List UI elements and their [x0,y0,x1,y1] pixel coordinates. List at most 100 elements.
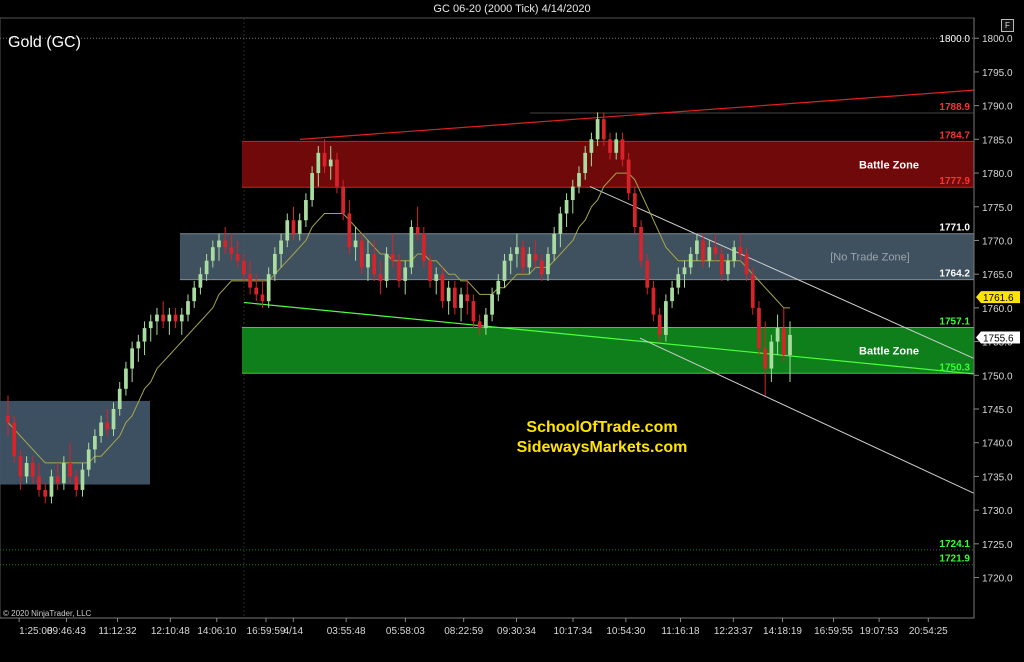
candle-body-18 [117,388,122,410]
candle-body-67 [421,233,426,261]
candle-body-16 [105,422,110,430]
candle-body-63 [397,260,401,281]
candle-body-111 [695,240,699,254]
candle-body-58 [366,253,370,268]
candle-body-61 [384,253,389,281]
candle-121 [757,301,761,356]
candle-body-81 [508,253,513,261]
candle-body-125 [781,328,786,356]
candle-body-62 [390,253,395,261]
candle-body-123 [769,341,774,369]
price-chart[interactable]: 1720.0 1725.0 1730.0 1735.0 1740.0 1745.0 1750… [0,0,1024,662]
annotation-schooloftrade: SchoolOfTrade.com [526,419,677,436]
candle-body-64 [403,267,408,281]
y-tick-label-11: 1775.0 [982,203,1013,214]
candle-body-23 [148,321,153,329]
candle-body-11 [74,476,79,490]
x-tick-label-11: 10:17:34 [554,626,593,637]
candle-body-21 [136,341,141,349]
candle-body-3 [24,462,29,477]
candle-body-97 [608,139,612,153]
candle-65 [409,220,414,275]
candle-body-28 [179,314,184,322]
candle-body-121 [757,307,761,349]
candle-body-68 [428,260,432,281]
price-tag-label-0: 1761.6 [983,293,1014,304]
candle-body-40 [254,287,259,295]
candle-body-114 [713,247,718,254]
candle-body-92 [577,173,581,187]
candle-body-13 [86,449,91,470]
candle-body-108 [676,274,681,288]
zone-2-bottom-price: 1750.3 [939,362,970,373]
candle-body-32 [204,260,209,275]
chart-title: Gold (GC) [8,34,81,51]
candle-body-25 [161,314,166,322]
x-tick-label-8: 05:58:03 [386,626,425,637]
candle-body-110 [688,253,693,268]
zone-0-top-price: 1784.7 [939,130,970,141]
candle-body-44 [279,240,283,254]
candle-body-76 [477,321,482,329]
x-tick-label-3: 12:10:48 [151,626,190,637]
candle-body-107 [670,287,674,302]
x-tick-label-9: 08:22:59 [444,626,483,637]
x-tick-label-4: 14:06:10 [197,626,236,637]
candle-body-72 [452,287,457,308]
annotation-sidewaysmarkets: SidewaysMarkets.com [517,439,688,456]
candle-body-17 [111,409,116,430]
candle-body-100 [626,159,631,194]
candle-body-85 [533,253,538,261]
candle-body-51 [322,152,327,167]
candle-102 [639,220,643,268]
candle-body-124 [775,328,780,342]
candle-101 [632,186,637,234]
candle-body-90 [564,200,569,214]
y-tick-label-8: 1760.0 [982,304,1013,315]
candle-body-88 [552,233,557,254]
x-tick-label-6: 4/14 [284,626,304,637]
candle-body-12 [80,469,85,490]
candle-body-29 [186,301,190,315]
candle-body-83 [521,247,525,268]
candle-body-82 [515,247,519,254]
candle-body-22 [142,328,147,342]
candle-body-56 [353,240,358,248]
level-label-2: 1721.9 [939,554,970,565]
candle-body-52 [328,159,333,167]
candle-106 [664,294,668,342]
y-tick-label-3: 1735.0 [982,472,1013,483]
chart-window: GC 06-20 (2000 Tick) 4/14/2020 F 1720.0 1… [0,0,1024,662]
candle-body-36 [229,247,234,254]
candle-body-102 [639,226,643,261]
x-tick-label-15: 14:18:19 [763,626,802,637]
candle-body-57 [359,240,364,268]
candle-body-8 [55,476,60,484]
copyright-text: © 2020 NinjaTrader, LLC [3,609,92,618]
candle-body-60 [378,274,383,281]
zone-2-top-price: 1757.1 [939,316,970,327]
candle-body-50 [316,152,321,174]
level-1800-label: 1800.0 [939,34,970,45]
y-tick-label-12: 1780.0 [982,169,1013,180]
y-tick-label-5: 1745.0 [982,405,1013,416]
y-tick-label-16: 1800.0 [982,34,1013,45]
candle-body-24 [155,314,159,322]
y-tick-label-4: 1740.0 [982,439,1013,450]
candle-body-41 [260,294,265,302]
candle-body-38 [241,260,246,275]
y-tick-label-14: 1790.0 [982,102,1013,113]
x-tick-label-10: 09:30:34 [497,626,536,637]
candle-body-78 [490,294,494,315]
candle-body-113 [707,247,712,261]
y-tick-label-9: 1765.0 [982,270,1013,281]
candle-body-45 [285,220,290,241]
y-tick-label-0: 1720.0 [982,574,1013,585]
candle-body-74 [465,294,470,302]
candle-body-126 [788,334,792,356]
candle-body-122 [763,348,768,369]
candle-body-20 [130,348,134,369]
x-tick-label-2: 11:12:32 [98,626,137,637]
y-tick-label-1: 1725.0 [982,540,1013,551]
candle-body-69 [434,274,439,281]
